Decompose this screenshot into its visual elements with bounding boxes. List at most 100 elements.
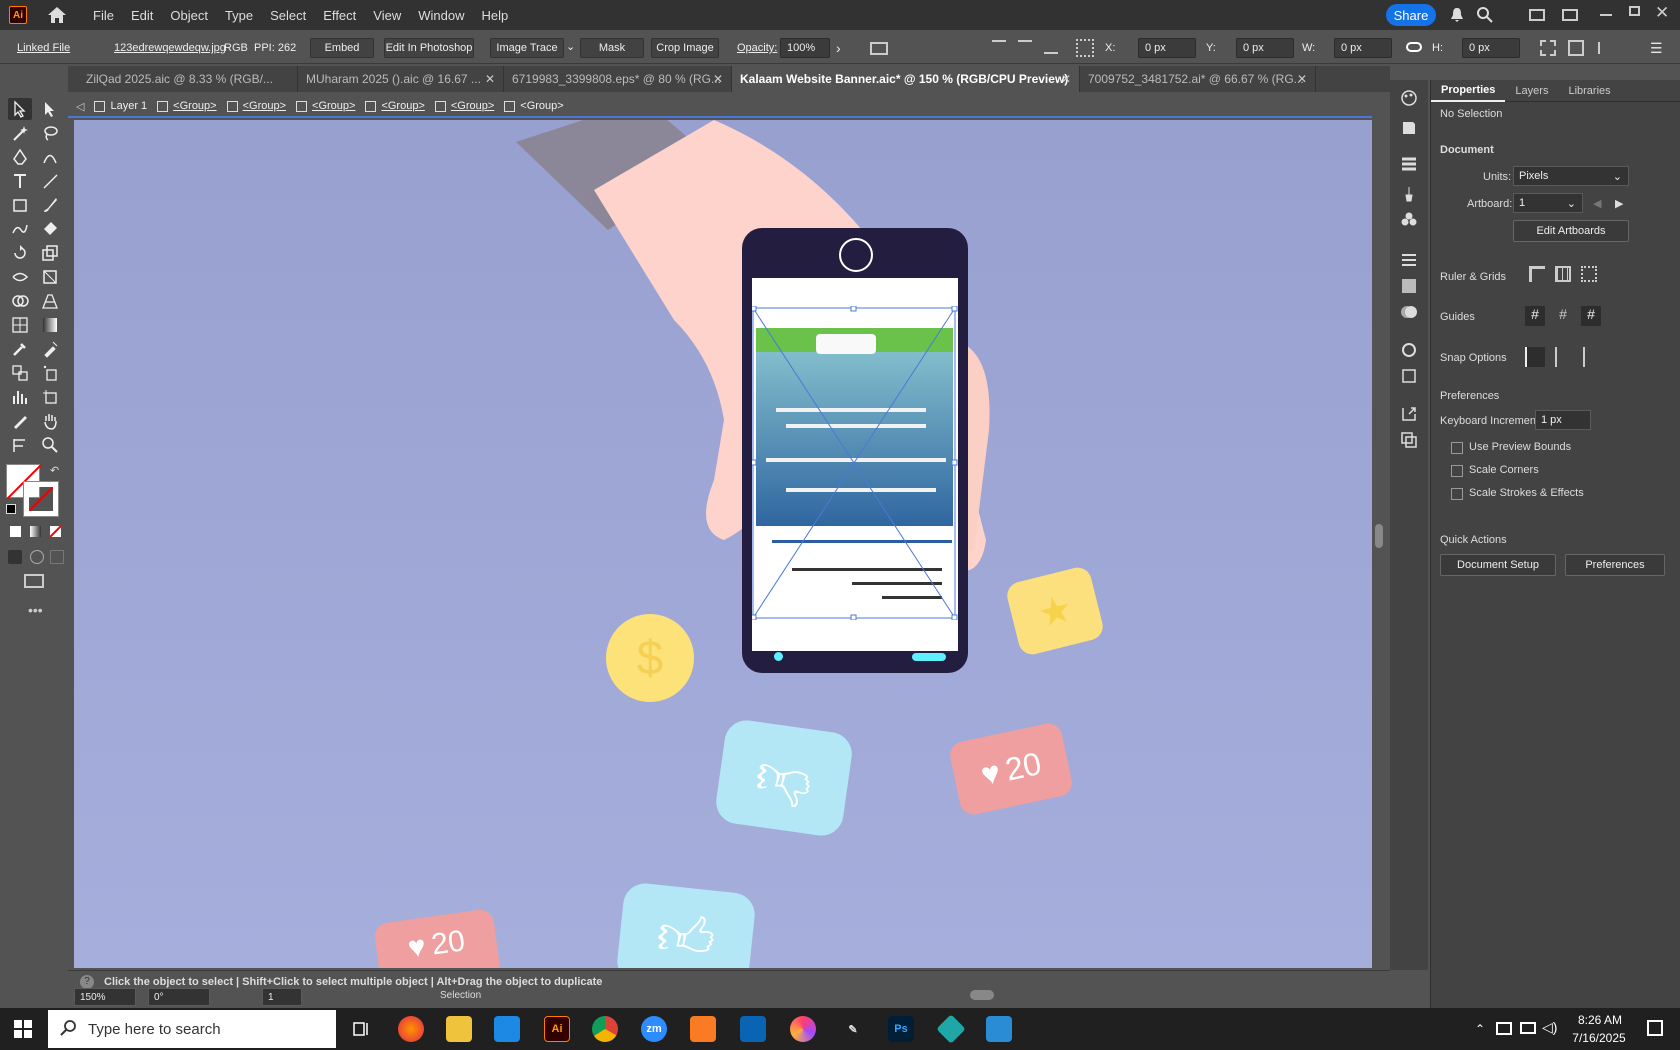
home-icon[interactable]	[47, 6, 69, 24]
notification-icon[interactable]	[1647, 1020, 1663, 1036]
firefox-icon[interactable]	[398, 1016, 424, 1042]
lasso-tool-icon[interactable]	[38, 122, 62, 144]
stroke-swatch[interactable]	[23, 481, 59, 517]
workspace-icon[interactable]	[1562, 9, 1578, 21]
transform-panel-icon[interactable]	[1540, 40, 1556, 56]
rectangle-tool-icon[interactable]	[8, 194, 32, 216]
color-panel-icon[interactable]	[1399, 88, 1419, 108]
embed-button[interactable]: Embed	[310, 38, 374, 58]
image-trace-chevron-icon[interactable]: ⌄	[566, 40, 575, 53]
tab-libraries[interactable]: Libraries	[1558, 80, 1620, 102]
symbols-icon[interactable]	[1399, 210, 1419, 230]
print-tiling-tool-icon[interactable]	[8, 434, 32, 456]
artboard-canvas[interactable]: $ ★ 👎︎ ♥ 20 ♥ 20 👍︎	[74, 120, 1372, 968]
creative-cloud-icon[interactable]	[790, 1016, 816, 1042]
illustrator-taskbar-icon[interactable]: Ai	[544, 1016, 570, 1042]
zoom-app-icon[interactable]: zm	[641, 1016, 667, 1042]
group-crumb[interactable]: <Group>	[434, 100, 494, 112]
constrain-link-icon[interactable]	[1406, 42, 1422, 52]
previous-artboard-icon[interactable]: ◀	[1593, 197, 1601, 210]
column-graph-tool-icon[interactable]	[8, 386, 32, 408]
appearance-icon[interactable]	[1399, 340, 1419, 360]
menu-edit[interactable]: Edit	[131, 8, 153, 23]
gradient-tool-icon[interactable]	[38, 314, 62, 336]
mask-button[interactable]: Mask	[580, 38, 644, 58]
align-top-icon[interactable]	[992, 40, 1006, 54]
zoom-tool-icon[interactable]	[38, 434, 62, 456]
slice-tool-icon[interactable]	[8, 410, 32, 432]
menu-help[interactable]: Help	[481, 8, 508, 23]
free-transform-tool-icon[interactable]	[38, 266, 62, 288]
edit-artboards-button[interactable]: Edit Artboards	[1513, 220, 1629, 242]
color-mode-icon[interactable]	[10, 526, 21, 537]
snap-to-pixel-icon[interactable]	[1555, 347, 1571, 367]
vscode-icon[interactable]	[494, 1016, 520, 1042]
artboard-tool-icon[interactable]	[38, 386, 62, 408]
reference-point-icon[interactable]	[1076, 39, 1094, 57]
xampp-icon[interactable]	[690, 1016, 716, 1042]
menu-file[interactable]: File	[93, 8, 114, 23]
minimize-icon[interactable]	[1600, 14, 1612, 16]
gradient-mode-icon[interactable]	[30, 526, 41, 537]
tab-properties[interactable]: Properties	[1431, 80, 1506, 102]
scale-corners-checkbox[interactable]	[1451, 465, 1463, 477]
none-mode-icon[interactable]	[50, 526, 61, 537]
shape-builder-tool-icon[interactable]	[8, 290, 32, 312]
tab-layers[interactable]: Layers	[1505, 80, 1558, 102]
scale-strokes-checkbox[interactable]	[1451, 488, 1463, 500]
layer-crumb[interactable]: Layer 1	[94, 100, 147, 112]
taskbar-search-box[interactable]: Type here to search	[48, 1010, 336, 1048]
selection-bounding-box[interactable]	[752, 306, 958, 620]
grid-icon[interactable]	[1555, 266, 1571, 282]
snap-to-point-icon[interactable]	[1525, 347, 1545, 367]
eyedropper-tool-icon[interactable]	[8, 338, 32, 360]
pathfinder-icon[interactable]	[1399, 430, 1419, 450]
edit-in-photoshop-button[interactable]: Edit In Photoshop	[384, 38, 474, 58]
search-icon[interactable]	[1476, 6, 1494, 27]
crop-image-button[interactable]: Crop Image	[651, 38, 719, 58]
tab-7009752[interactable]: 7009752_3481752.ai* @ 66.67 % (RG... ✕	[1080, 66, 1316, 92]
lock-guides-icon[interactable]: #	[1553, 306, 1573, 326]
task-view-icon[interactable]	[348, 1016, 374, 1042]
width-tool-icon[interactable]	[8, 266, 32, 288]
menu-type[interactable]: Type	[225, 8, 253, 23]
file-explorer-icon[interactable]	[446, 1016, 472, 1042]
hand-tool-icon[interactable]	[38, 410, 62, 432]
pen-app-icon[interactable]: ✎	[840, 1016, 866, 1042]
document-setup-button[interactable]: Document Setup	[1440, 554, 1556, 576]
hex-app-icon[interactable]	[936, 1014, 966, 1044]
opacity-arrow-icon[interactable]: ›	[836, 40, 841, 56]
tab-muharam[interactable]: MUharam 2025 ().aic @ 16.67 ... ✕	[298, 66, 504, 92]
opacity-input[interactable]: 100%	[780, 38, 830, 58]
back-arrow-icon[interactable]: ◁	[76, 100, 84, 113]
menu-view[interactable]: View	[373, 8, 401, 23]
volume-icon[interactable]: ◁)	[1542, 1019, 1557, 1036]
preferences-button[interactable]: Preferences	[1565, 554, 1665, 576]
arrange-documents-icon[interactable]	[1529, 9, 1545, 21]
gradient-panel-icon[interactable]	[1399, 276, 1419, 296]
close-tab-icon[interactable]: ✕	[713, 72, 723, 86]
paintbrush-tool-icon[interactable]	[38, 194, 62, 216]
color-guide-icon[interactable]	[1399, 118, 1419, 138]
use-preview-bounds-checkbox[interactable]	[1451, 442, 1463, 454]
swap-fill-stroke-icon[interactable]: ↶	[50, 464, 59, 477]
mesh-tool-icon[interactable]	[8, 314, 32, 336]
blend-tool-icon[interactable]	[8, 362, 32, 384]
selection-tool-icon[interactable]	[8, 98, 32, 120]
tab-zilqad[interactable]: ZilQad 2025.aic @ 8.33 % (RGB/...	[78, 66, 298, 92]
restore-icon[interactable]	[1629, 6, 1640, 16]
linked-file-link[interactable]: Linked File	[17, 42, 70, 54]
outlook-icon[interactable]	[740, 1016, 766, 1042]
horizontal-scroll-thumb[interactable]	[970, 990, 994, 1000]
shaper-tool-icon[interactable]	[8, 218, 32, 240]
share-button[interactable]: Share	[1386, 4, 1436, 26]
screen-mode-icon[interactable]	[24, 574, 44, 588]
align-options-icon[interactable]	[1598, 42, 1612, 54]
stroke-panel-icon[interactable]	[1399, 250, 1419, 270]
draw-inside-icon[interactable]	[50, 550, 64, 564]
vertical-scroll-thumb[interactable]	[1375, 524, 1383, 548]
zoom-dropdown[interactable]: 150%	[74, 988, 136, 1006]
menu-select[interactable]: Select	[270, 8, 306, 23]
rotate-view-dropdown[interactable]: 0°	[148, 988, 210, 1006]
snap-to-glyph-icon[interactable]	[1583, 347, 1599, 367]
